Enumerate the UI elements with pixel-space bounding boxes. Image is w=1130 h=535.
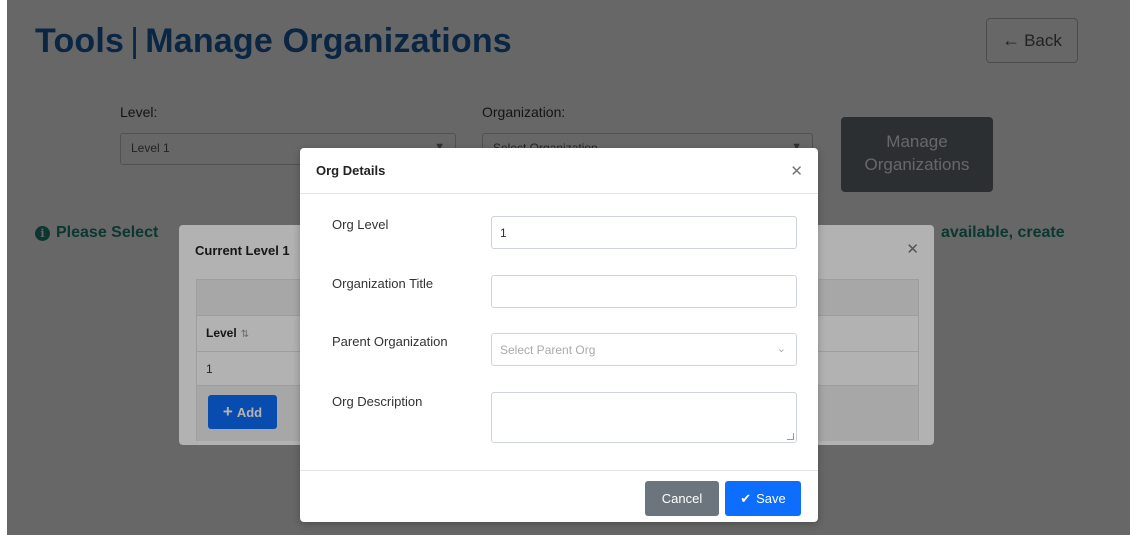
org-description-label: Org Description xyxy=(332,394,423,409)
close-icon[interactable]: ✕ xyxy=(790,162,803,180)
manage-organizations-page: Tools | Manage Organizations ← Back Level:… xyxy=(7,0,1130,535)
org-title-input[interactable] xyxy=(491,275,797,308)
chevron-down-icon: ⌄ xyxy=(776,343,786,355)
org-details-title: Org Details xyxy=(316,163,386,178)
org-level-value: 1 xyxy=(500,226,507,240)
parent-org-select[interactable]: Select Parent Org ⌄ xyxy=(491,333,797,366)
parent-org-label: Parent Organization xyxy=(332,334,448,349)
org-description-textarea[interactable] xyxy=(491,392,797,443)
cancel-button-label: Cancel xyxy=(661,491,703,506)
org-details-modal: Org Details ✕ Org Level 1 Organization T… xyxy=(300,148,818,522)
org-level-label: Org Level xyxy=(332,217,389,232)
parent-org-placeholder: Select Parent Org xyxy=(500,343,596,357)
check-icon: ✔ xyxy=(740,490,752,506)
resize-handle-icon[interactable] xyxy=(787,433,794,440)
org-details-header: Org Details ✕ xyxy=(300,148,818,194)
org-level-input[interactable]: 1 xyxy=(491,216,797,249)
org-title-label: Organization Title xyxy=(332,276,434,291)
cancel-button[interactable]: Cancel xyxy=(645,481,719,516)
save-button[interactable]: ✔ Save xyxy=(725,481,801,516)
org-details-footer: Cancel ✔ Save xyxy=(300,470,818,522)
save-button-label: Save xyxy=(756,491,786,506)
